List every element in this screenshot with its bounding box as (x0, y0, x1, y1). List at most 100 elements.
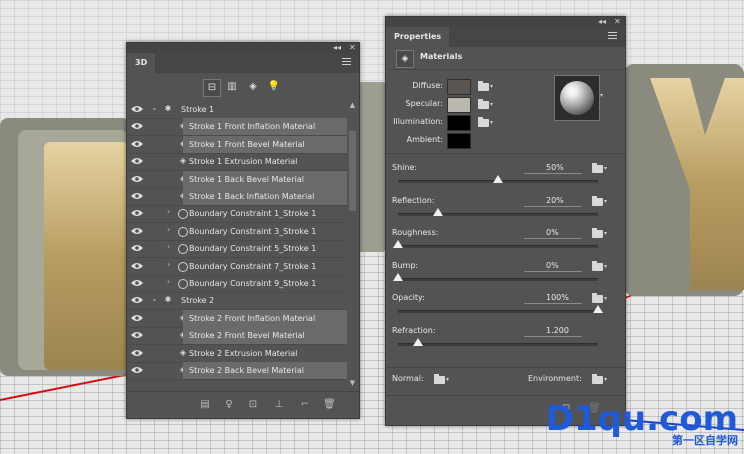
panel-properties-grip[interactable]: ◂◂ ✕ (386, 17, 625, 27)
light-filter-icon[interactable]: 💡 (266, 79, 282, 95)
tab-3d[interactable]: 3D (127, 53, 156, 73)
layer-row[interactable]: › Boundary Constraint 5_Stroke 1 (127, 240, 347, 259)
visibility-eye-icon[interactable] (131, 366, 143, 374)
mesh-filter-icon[interactable]: ▥ (224, 79, 240, 95)
color-swatch[interactable] (447, 133, 471, 149)
layer-row[interactable]: › Boundary Constraint 1_Stroke 1 (127, 205, 347, 224)
panel-menu-icon[interactable] (608, 32, 617, 41)
texture-caret-icon[interactable]: ▾ (490, 101, 493, 108)
collapsed-chevron-icon[interactable]: › (167, 225, 170, 234)
panel-menu-icon[interactable] (342, 58, 351, 67)
slider-value-field[interactable]: 1.200 (524, 326, 582, 337)
slider-value-field[interactable]: 0% (524, 228, 582, 240)
texture-caret-icon[interactable]: ▾ (604, 198, 607, 205)
expand-chevron-icon[interactable]: ⌄ (151, 294, 158, 303)
layer-row[interactable]: ◈Stroke 2 Front Bevel Material (127, 327, 347, 346)
environment-caret-icon[interactable]: ▾ (604, 376, 607, 383)
texture-folder-icon[interactable] (478, 81, 489, 91)
expand-chevron-icon[interactable]: ⌄ (151, 103, 158, 112)
scene-filter-icon[interactable]: ⊟ (203, 79, 221, 97)
texture-folder-icon[interactable] (592, 228, 603, 239)
slider-track[interactable] (398, 245, 598, 249)
layer-row[interactable]: ◈Stroke 2 Back Bevel Material (127, 362, 347, 380)
visibility-eye-icon[interactable] (131, 192, 143, 200)
visibility-eye-icon[interactable] (131, 209, 143, 217)
color-swatch[interactable] (447, 115, 471, 131)
trash-icon[interactable]: 🗑 (323, 399, 336, 411)
texture-folder-icon[interactable] (478, 99, 489, 109)
slider-value-field[interactable]: 20% (524, 196, 582, 207)
collapsed-chevron-icon[interactable]: › (167, 207, 170, 216)
material-filter-icon[interactable]: ◈ (245, 79, 261, 95)
slider-value-field[interactable]: 100% (524, 293, 582, 305)
normal-caret-icon[interactable]: ▾ (446, 376, 449, 383)
layer-row[interactable]: › Boundary Constraint 3_Stroke 1 (127, 223, 347, 241)
layer-row[interactable]: ◈ Stroke 1 Extrusion Material (127, 153, 347, 172)
material-preview[interactable] (554, 75, 600, 121)
visibility-eye-icon[interactable] (131, 314, 143, 322)
visibility-eye-icon[interactable] (131, 262, 143, 270)
texture-caret-icon[interactable]: ▾ (604, 165, 607, 172)
visibility-eye-icon[interactable] (131, 105, 143, 113)
close-icon[interactable]: ✕ (349, 43, 356, 53)
layer-row[interactable]: ◈Stroke 1 Back Bevel Material (127, 170, 347, 189)
texture-caret-icon[interactable]: ▾ (604, 230, 607, 237)
rig-icon[interactable]: ⌐ (299, 399, 311, 411)
tab-properties[interactable]: Properties (386, 27, 450, 47)
visibility-eye-icon[interactable] (131, 279, 143, 287)
drop-to-plane-icon[interactable]: ⊥ (273, 399, 285, 411)
slider-track[interactable] (398, 277, 598, 281)
layer-row[interactable]: ◈ Stroke 2 Extrusion Material (127, 345, 347, 363)
visibility-eye-icon[interactable] (131, 331, 143, 339)
layer-group-row[interactable]: ⌄ ✱ Stroke 2 (127, 292, 347, 311)
slider-handle[interactable] (393, 240, 403, 249)
visibility-eye-icon[interactable] (131, 227, 143, 235)
collapsed-chevron-icon[interactable]: › (167, 260, 170, 269)
texture-folder-icon[interactable] (592, 163, 603, 173)
visibility-eye-icon[interactable] (131, 122, 143, 130)
texture-caret-icon[interactable]: ▾ (490, 119, 493, 126)
slider-value-field[interactable]: 50% (524, 163, 582, 174)
slider-track[interactable] (398, 212, 598, 216)
texture-folder-icon[interactable] (478, 117, 489, 127)
slider-handle[interactable] (413, 338, 423, 346)
layer-row[interactable]: › Boundary Constraint 9_Stroke 1 (127, 275, 347, 293)
scroll-up-icon[interactable]: ▲ (348, 101, 357, 109)
texture-caret-icon[interactable]: ▾ (604, 263, 607, 270)
render-icon[interactable]: ⊡ (247, 399, 259, 411)
layer-row[interactable]: ◈Stroke 1 Front Bevel Material (127, 135, 347, 154)
slider-handle[interactable] (493, 175, 503, 183)
layer-group-row[interactable]: ⌄ ✱ Stroke 1 (127, 101, 347, 119)
collapse-icon[interactable]: ◂◂ (598, 17, 606, 27)
color-swatch[interactable] (447, 79, 471, 95)
material-picker-chevron-icon[interactable]: ▾ (600, 92, 603, 99)
close-icon[interactable]: ✕ (614, 17, 621, 27)
scroll-thumb[interactable] (349, 131, 356, 211)
normal-folder-icon[interactable] (434, 374, 445, 384)
texture-caret-icon[interactable]: ▾ (490, 83, 493, 90)
texture-caret-icon[interactable]: ▾ (604, 295, 607, 302)
layer-scrollbar[interactable]: ▲ ▼ (348, 101, 357, 387)
slider-value-field[interactable]: 0% (524, 261, 582, 272)
visibility-eye-icon[interactable] (131, 140, 143, 148)
slider-track[interactable] (398, 310, 598, 314)
collapse-icon[interactable]: ◂◂ (333, 43, 341, 53)
slider-handle[interactable] (593, 305, 603, 314)
delete-mesh-icon[interactable]: ▤ (199, 399, 211, 411)
layer-row[interactable]: ◈Stroke 1 Back Inflation Material (127, 188, 347, 206)
visibility-eye-icon[interactable] (131, 244, 143, 252)
add-light-icon[interactable]: ♀ (223, 399, 235, 411)
texture-folder-icon[interactable] (592, 260, 603, 271)
panel-3d-grip[interactable]: ◂◂ ✕ (127, 43, 359, 53)
visibility-eye-icon[interactable] (131, 349, 143, 357)
layer-row[interactable]: › Boundary Constraint 7_Stroke 1 (127, 258, 347, 276)
slider-track[interactable] (398, 343, 598, 346)
visibility-eye-icon[interactable] (131, 296, 143, 304)
environment-folder-icon[interactable] (592, 374, 603, 384)
color-swatch[interactable] (447, 97, 471, 113)
layer-row[interactable]: ◈Stroke 2 Front Inflation Material (127, 309, 347, 328)
collapsed-chevron-icon[interactable]: › (167, 242, 170, 251)
texture-folder-icon[interactable] (592, 195, 603, 206)
texture-folder-icon[interactable] (592, 293, 603, 304)
collapsed-chevron-icon[interactable]: › (167, 277, 170, 286)
